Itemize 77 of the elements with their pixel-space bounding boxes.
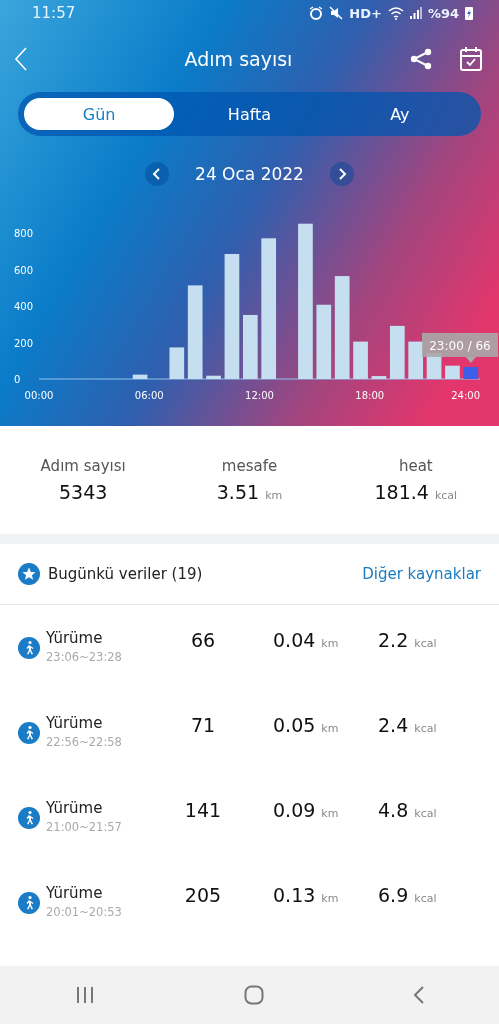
- next-day-button[interactable]: [329, 162, 354, 186]
- bar[interactable]: [371, 376, 387, 379]
- energy-value: 4.8 kcal: [377, 799, 437, 821]
- bar[interactable]: [445, 365, 460, 379]
- y-tick-label: 400: [14, 301, 34, 312]
- bar[interactable]: [187, 285, 203, 379]
- section-title: Bugünkü veriler (19): [48, 565, 204, 583]
- activity-time: 20:01~20:53: [46, 905, 122, 919]
- walking-icon: [18, 722, 40, 744]
- back-icon: [412, 985, 425, 1005]
- y-tick-label: 200: [14, 337, 34, 349]
- walking-icon: [18, 637, 40, 659]
- alarm-icon: [309, 6, 324, 20]
- energy-value: 2.2 kcal: [377, 629, 437, 651]
- bar[interactable]: [389, 325, 405, 379]
- x-tick-label: 00:00: [24, 390, 54, 401]
- bar[interactable]: [224, 254, 240, 379]
- date-label: 24 Oca 2022: [195, 164, 304, 184]
- activity-name: Yürüme: [46, 884, 104, 902]
- battery-icon: [465, 6, 473, 20]
- bar[interactable]: [132, 374, 148, 379]
- period-tab[interactable]: Hafta: [174, 98, 325, 130]
- mute-icon: [329, 6, 344, 20]
- summary-label: Adım sayısı: [40, 457, 126, 475]
- status-time: 11:57: [32, 4, 76, 22]
- step-count: 141: [183, 799, 223, 821]
- previous-day-button[interactable]: [145, 162, 170, 186]
- y-tick-label: 800: [14, 228, 34, 239]
- activity-time: 23:06~23:28: [46, 650, 122, 664]
- bar[interactable]: [316, 304, 332, 379]
- activity-time: 21:00~21:57: [46, 820, 122, 834]
- energy-value: 6.9 kcal: [377, 884, 437, 906]
- energy-value: 2.4 kcal: [377, 714, 437, 736]
- recent-apps-icon: [74, 986, 95, 1004]
- step-count: 205: [183, 884, 223, 906]
- summary-value: 3.51 km: [216, 481, 283, 503]
- x-tick-label: 18:00: [355, 390, 385, 401]
- bar[interactable]: [408, 341, 424, 379]
- distance-value: 0.04 km: [272, 629, 340, 651]
- summary-label: heat: [398, 457, 433, 475]
- walking-icon: [18, 807, 40, 829]
- activity-name: Yürüme: [46, 714, 104, 732]
- bar[interactable]: [206, 375, 221, 379]
- x-tick-label: 24:00: [451, 390, 480, 401]
- distance-value: 0.09 km: [272, 799, 340, 821]
- battery-level: %94: [427, 5, 459, 21]
- chevron-left-icon: [152, 168, 163, 180]
- bar[interactable]: [353, 341, 368, 379]
- x-tick-label: 12:00: [245, 390, 274, 401]
- bar[interactable]: [334, 276, 350, 379]
- chevron-right-icon: [336, 168, 347, 180]
- summary-value: 181.4 kcal: [374, 481, 458, 503]
- network-type: HD+: [349, 5, 382, 21]
- period-tab[interactable]: Ay: [324, 98, 475, 130]
- step-count: 66: [189, 629, 217, 651]
- activity-name: Yürüme: [46, 629, 104, 647]
- distance-value: 0.05 km: [272, 714, 340, 736]
- bar[interactable]: [261, 238, 277, 379]
- summary-value: 5343: [59, 481, 108, 503]
- home-icon: [243, 985, 264, 1005]
- activity-time: 22:56~22:58: [46, 735, 122, 749]
- signal-icon: [409, 7, 422, 19]
- chart-tooltip: 23:00 / 66: [422, 332, 498, 363]
- summary-label: mesafe: [221, 457, 278, 475]
- activity-name: Yürüme: [46, 799, 104, 817]
- period-tab[interactable]: Gün: [24, 98, 175, 130]
- bar[interactable]: [242, 314, 258, 379]
- wifi-icon: [387, 6, 404, 20]
- walking-icon: [18, 892, 40, 914]
- step-count: 71: [189, 714, 217, 736]
- y-tick-label: 0: [14, 374, 21, 385]
- y-tick-label: 600: [14, 264, 34, 276]
- other-sources-link[interactable]: Diğer kaynaklar: [362, 565, 481, 583]
- x-tick-label: 06:00: [134, 390, 164, 401]
- distance-value: 0.13 km: [272, 884, 340, 906]
- bar[interactable]: [169, 347, 185, 379]
- page-title: Adım sayısı: [183, 48, 294, 70]
